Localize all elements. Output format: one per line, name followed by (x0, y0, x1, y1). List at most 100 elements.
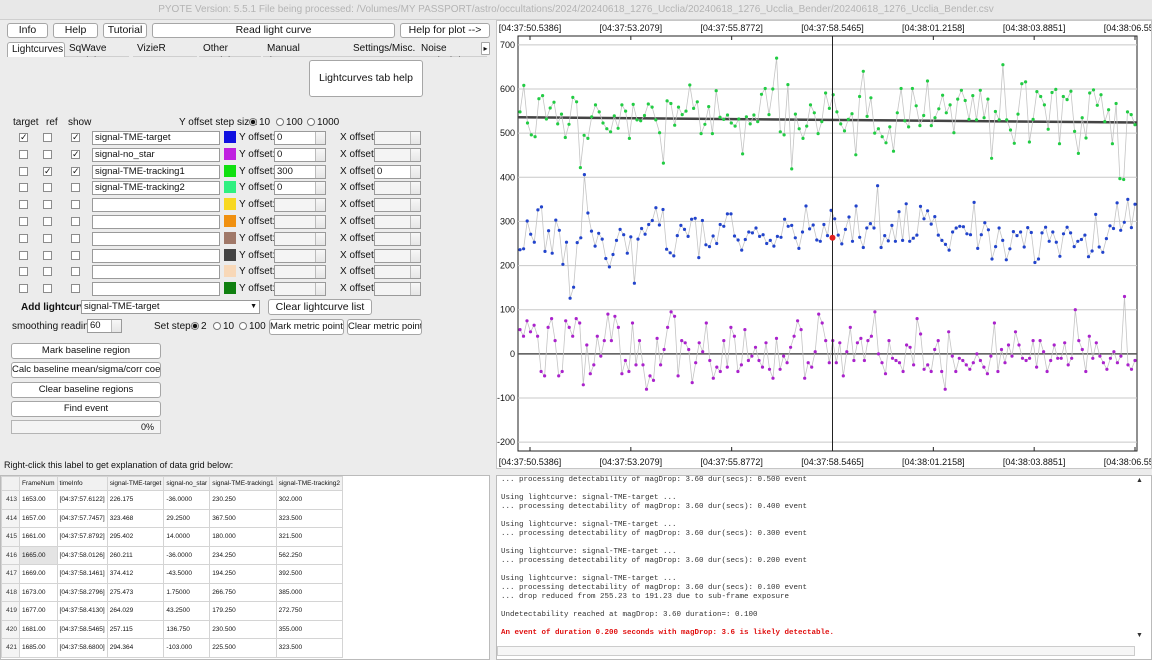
grid-cell[interactable]: -36.0000 (163, 490, 211, 510)
target-checkbox[interactable] (19, 233, 28, 243)
target-checkbox[interactable] (19, 284, 28, 294)
clear-metric-points-button[interactable]: Clear metric points (347, 319, 422, 335)
tutorial-button[interactable]: Tutorial (103, 23, 147, 38)
tab-other-models[interactable]: Other models (199, 42, 261, 57)
lightcurve-plot[interactable]: 700 600 500 400 300 200 100 0 -100 -200 [04:37:50.… (496, 20, 1152, 469)
lightcurve-name-field[interactable] (92, 248, 220, 263)
grid-header-cell[interactable]: signal-TME-target (106, 476, 165, 491)
grid-cell[interactable]: 136.750 (163, 619, 211, 639)
lightcurve-name-field[interactable]: signal-TME-tracking1 (92, 164, 220, 179)
grid-cell[interactable]: 415 (1, 527, 20, 547)
grid-cell[interactable]: [04:37:57.8792] (56, 527, 108, 547)
x-offset-spinbox[interactable] (374, 198, 421, 213)
target-checkbox[interactable] (19, 217, 28, 226)
grid-cell[interactable]: -36.0000 (163, 545, 211, 565)
output-log[interactable]: ... processing detectability of magDrop:… (496, 475, 1152, 660)
grid-cell[interactable]: 294.364 (106, 638, 165, 658)
grid-cell[interactable]: 323.500 (275, 638, 344, 658)
grid-header-cell[interactable] (1, 476, 20, 491)
grid-cell[interactable]: 257.115 (106, 619, 165, 639)
y-offset-spinbox[interactable] (274, 248, 326, 263)
log-scroll-down-icon[interactable]: ▼ (1136, 632, 1144, 642)
grid-cell[interactable]: 302.000 (275, 490, 344, 510)
grid-cell[interactable]: [04:37:58.0126] (56, 545, 108, 565)
table-row[interactable]: 420 1681.00 [04:37:58.5465] 257.115 136.750 2… (1, 619, 344, 639)
show-checkbox[interactable] (71, 217, 80, 226)
show-checkbox[interactable] (71, 284, 80, 294)
show-checkbox[interactable]: ✓ (71, 133, 80, 142)
y-offset-spinbox[interactable] (274, 231, 326, 246)
find-event-button[interactable]: Find event (11, 401, 161, 417)
table-row[interactable]: 417 1669.00 [04:37:58.1461] 374.412 -43.5000… (1, 564, 344, 584)
grid-cell[interactable]: [04:37:58.1461] (56, 564, 108, 584)
step-radio-100[interactable]: 100 (276, 117, 303, 128)
show-checkbox[interactable] (71, 250, 80, 260)
y-offset-spinbox[interactable]: 300 (274, 164, 326, 179)
info-button[interactable]: Info (7, 23, 48, 38)
step-radio-1000[interactable]: 1000 (307, 117, 339, 128)
ref-checkbox[interactable] (43, 133, 52, 142)
lightcurve-name-field[interactable] (92, 215, 220, 229)
grid-cell[interactable]: [04:37:57.6122] (56, 490, 108, 510)
grid-cell[interactable]: 323.468 (106, 508, 165, 528)
log-scroll-up-icon[interactable]: ▲ (1136, 477, 1144, 487)
help-for-plot-button[interactable]: Help for plot --> (400, 23, 490, 38)
grid-cell[interactable]: [04:37:58.4130] (56, 601, 108, 621)
grid-cell[interactable]: 417 (1, 564, 20, 584)
grid-cell[interactable]: 355.000 (275, 619, 344, 639)
lightcurve-name-field[interactable]: signal-TME-tracking2 (92, 181, 220, 196)
target-checkbox[interactable] (19, 250, 28, 260)
ref-checkbox[interactable] (43, 200, 52, 210)
grid-cell[interactable]: 230.250 (209, 490, 277, 510)
table-row[interactable]: 419 1677.00 [04:37:58.4130] 264.029 43.2500 1… (1, 601, 344, 621)
grid-cell[interactable]: 272.750 (275, 601, 344, 621)
target-checkbox[interactable] (19, 200, 28, 210)
smoothing-readings-spinbox[interactable]: 60 (87, 319, 122, 333)
grid-cell[interactable]: 230.500 (209, 619, 277, 639)
grid-cell[interactable]: 374.412 (106, 564, 165, 584)
grid-cell[interactable]: 1665.00 (19, 545, 58, 565)
x-offset-spinbox[interactable] (374, 131, 421, 145)
grid-cell[interactable]: [04:37:58.5465] (56, 619, 108, 639)
ref-checkbox[interactable]: ✓ (43, 166, 52, 176)
color-swatch[interactable] (224, 198, 236, 211)
tab-vizier-export[interactable]: VizieR export (133, 42, 197, 57)
clear-lightcurve-list-button[interactable]: Clear lightcurve list (268, 299, 372, 315)
y-offset-spinbox[interactable] (274, 215, 326, 229)
grid-cell[interactable]: 1669.00 (19, 564, 58, 584)
lightcurve-name-field[interactable]: signal-TME-target (92, 131, 220, 145)
color-swatch[interactable] (224, 181, 236, 194)
grid-cell[interactable]: -103.000 (163, 638, 211, 658)
color-swatch[interactable] (224, 131, 236, 143)
step-radio-10[interactable]: 10 (249, 117, 270, 128)
ref-checkbox[interactable] (43, 217, 52, 226)
grid-cell[interactable]: 264.029 (106, 601, 165, 621)
x-offset-spinbox[interactable] (374, 248, 421, 263)
clear-baseline-regions-button[interactable]: Clear baseline regions (11, 382, 161, 398)
grid-cell[interactable]: 266.750 (209, 582, 277, 602)
color-swatch[interactable] (224, 282, 236, 295)
target-checkbox[interactable] (19, 149, 28, 159)
tab-sqwave-model[interactable]: SqWave model (65, 42, 129, 57)
x-offset-spinbox[interactable] (374, 215, 421, 229)
set-step-radio-2[interactable]: 2 (191, 321, 207, 332)
show-checkbox[interactable]: ✓ (71, 149, 80, 159)
grid-cell[interactable]: 1653.00 (19, 490, 58, 510)
table-row[interactable]: 413 1653.00 [04:37:57.6122] 226.175 -36.0000… (1, 490, 344, 510)
grid-cell[interactable]: 225.500 (209, 638, 277, 658)
grid-header-cell[interactable]: FrameNum (19, 476, 58, 491)
color-swatch[interactable] (224, 147, 236, 160)
grid-cell[interactable]: 234.250 (209, 545, 277, 565)
grid-cell[interactable]: 295.402 (106, 527, 165, 547)
lightcurve-name-field[interactable] (92, 231, 220, 246)
tab-lightcurves[interactable]: Lightcurves (7, 42, 65, 57)
read-light-curve-button[interactable]: Read light curve (152, 23, 395, 38)
grid-cell[interactable]: 1685.00 (19, 638, 58, 658)
grid-header-cell[interactable]: signal-TME-tracking2 (275, 476, 344, 491)
grid-cell[interactable]: 14.0000 (163, 527, 211, 547)
y-offset-spinbox[interactable] (274, 282, 326, 297)
grid-cell[interactable]: 1677.00 (19, 601, 58, 621)
show-checkbox[interactable] (71, 267, 80, 277)
grid-cell[interactable]: 43.2500 (163, 601, 211, 621)
ref-checkbox[interactable] (43, 250, 52, 260)
